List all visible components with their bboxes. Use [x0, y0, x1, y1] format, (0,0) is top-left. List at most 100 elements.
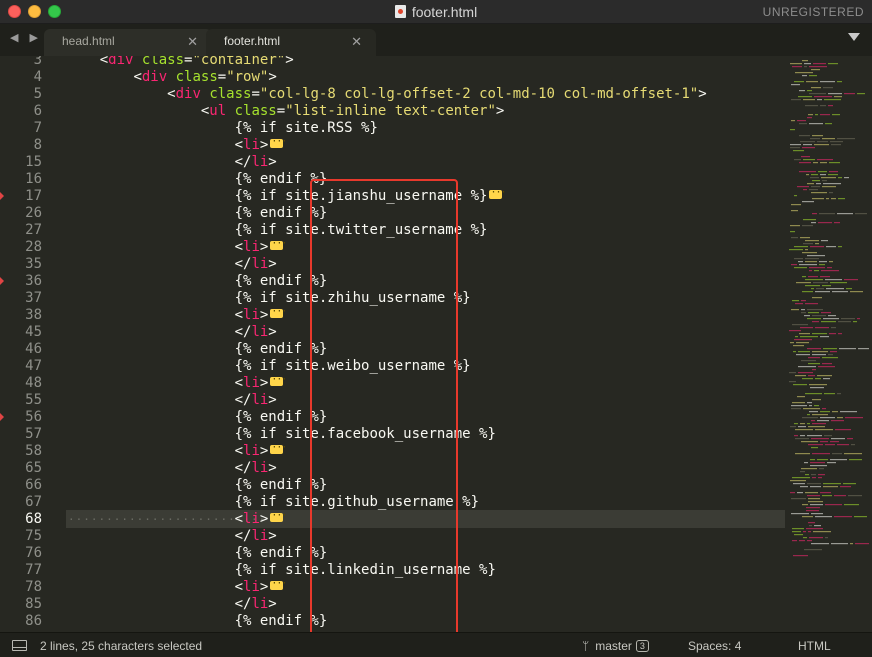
code-line[interactable]: <li> — [66, 303, 287, 324]
code-line[interactable]: {% endif %} — [66, 613, 328, 630]
line-number[interactable]: 6 — [0, 103, 42, 120]
line-number[interactable]: 57 — [0, 426, 42, 443]
minimap-code-segment — [815, 291, 830, 293]
minimap-code-segment — [792, 402, 805, 404]
minimap-code-segment — [819, 261, 827, 263]
editor-area[interactable]: ·························· <div class="c… — [0, 56, 872, 632]
line-number[interactable]: 37 — [0, 290, 42, 307]
ellipsis-fold-icon[interactable] — [270, 575, 286, 592]
line-number-gutter[interactable]: 3 4 5 6 7 8 15 16 17 26 27 28 35 36 37 38 45 46 47 48 55 56 57… — [0, 56, 52, 632]
minimap-code-segment — [815, 243, 819, 245]
code-line[interactable]: {% if site.RSS %} — [66, 120, 378, 137]
code-line[interactable]: </li> — [66, 460, 277, 477]
minimap-code-segment — [809, 405, 812, 407]
tab-nav-arrows[interactable]: ◀ ▶ — [10, 31, 42, 44]
line-number[interactable]: 76 — [0, 545, 42, 562]
line-number[interactable]: 58 — [0, 443, 42, 460]
line-number[interactable]: 66 — [0, 477, 42, 494]
minimap-code-segment — [794, 159, 801, 161]
line-number[interactable]: 56 — [0, 409, 42, 426]
code-line[interactable]: {% endif %} — [66, 341, 328, 358]
minimap-code-segment — [799, 171, 816, 173]
line-number[interactable]: 8 — [0, 137, 42, 154]
branch-changes-badge: 3 — [635, 640, 649, 652]
code-line[interactable]: <div class="col-lg-8 col-lg-offset-2 col… — [66, 86, 707, 103]
line-number[interactable]: 47 — [0, 358, 42, 375]
line-number[interactable]: 15 — [0, 154, 42, 171]
code-line[interactable]: </li> — [66, 596, 277, 613]
line-number[interactable]: 3 — [0, 56, 42, 69]
code-line[interactable]: <li> — [66, 371, 287, 392]
minimap-code-segment — [801, 300, 806, 302]
git-branch-status[interactable]: ᛘ master 3 — [582, 639, 649, 653]
ellipsis-fold-icon[interactable] — [270, 439, 286, 456]
line-number[interactable]: 67 — [0, 494, 42, 511]
tab-list-dropdown-icon[interactable] — [848, 33, 860, 41]
line-number[interactable]: 68 — [0, 511, 42, 528]
indentation-setting[interactable]: Spaces: 4 — [688, 639, 741, 653]
line-number[interactable]: 78 — [0, 579, 42, 596]
code-line[interactable]: <li> — [66, 235, 287, 256]
code-token: class — [175, 69, 218, 85]
code-line[interactable]: <div class="container"> — [66, 56, 294, 69]
line-number[interactable]: 27 — [0, 222, 42, 239]
line-number[interactable]: 48 — [0, 375, 42, 392]
minimap-code-segment — [795, 429, 813, 431]
code-line[interactable]: <li> — [66, 439, 287, 460]
code-line[interactable]: </li> — [66, 154, 277, 171]
line-number[interactable]: 26 — [0, 205, 42, 222]
close-icon[interactable]: ✕ — [187, 29, 198, 54]
ellipsis-fold-icon[interactable] — [270, 507, 286, 524]
line-number[interactable]: 38 — [0, 307, 42, 324]
line-number[interactable]: 5 — [0, 86, 42, 103]
tab-footer-html[interactable]: footer.html ✕ — [206, 29, 376, 56]
line-number[interactable]: 35 — [0, 256, 42, 273]
code-line[interactable]: {% endif %} — [66, 545, 328, 562]
line-number[interactable]: 77 — [0, 562, 42, 579]
code-line[interactable]: </li> — [66, 256, 277, 273]
line-number[interactable]: 4 — [0, 69, 42, 86]
line-number[interactable]: 75 — [0, 528, 42, 545]
minimap-code-segment — [809, 537, 823, 539]
code-line[interactable]: {% endif %} — [66, 205, 328, 222]
line-number[interactable]: 28 — [0, 239, 42, 256]
code-line[interactable]: {% endif %} — [66, 171, 328, 188]
line-number[interactable]: 7 — [0, 120, 42, 137]
minimap-code-segment — [818, 477, 822, 479]
code-line[interactable]: <div class="row"> — [66, 69, 276, 86]
code-line[interactable]: <li> — [66, 507, 287, 528]
minimap-code-segment — [799, 135, 810, 137]
code-line[interactable]: <ul class="list-inline text-center"> — [66, 103, 504, 120]
panel-toggle-icon[interactable] — [12, 640, 27, 651]
code-line[interactable]: </li> — [66, 392, 277, 409]
syntax-selector[interactable]: HTML — [798, 639, 831, 653]
line-number[interactable]: 65 — [0, 460, 42, 477]
code-line[interactable]: {% endif %} — [66, 409, 328, 426]
line-number[interactable]: 55 — [0, 392, 42, 409]
line-number[interactable]: 45 — [0, 324, 42, 341]
line-number[interactable]: 17 — [0, 188, 42, 205]
line-number[interactable]: 36 — [0, 273, 42, 290]
line-number[interactable]: 86 — [0, 613, 42, 630]
minimap-code-segment — [844, 93, 855, 95]
minimap-code-segment — [790, 225, 800, 227]
code-line[interactable]: <li> — [66, 575, 287, 596]
ellipsis-fold-icon[interactable] — [489, 184, 506, 201]
tab-head-html[interactable]: head.html ✕ — [44, 29, 212, 56]
code-line[interactable]: {% endif %} — [66, 273, 328, 290]
code-line[interactable]: </li> — [66, 528, 277, 545]
line-number[interactable]: 46 — [0, 341, 42, 358]
close-icon[interactable]: ✕ — [351, 29, 362, 54]
code-line[interactable]: </li> — [66, 324, 277, 341]
minimap-code-segment — [820, 114, 830, 116]
code-line[interactable]: {% endif %} — [66, 477, 328, 494]
ellipsis-fold-icon[interactable] — [270, 235, 286, 252]
line-number[interactable]: 16 — [0, 171, 42, 188]
line-number[interactable]: 85 — [0, 596, 42, 613]
ellipsis-fold-icon[interactable] — [270, 133, 286, 150]
code-line[interactable]: <li> — [66, 133, 287, 154]
ellipsis-fold-icon[interactable] — [270, 371, 286, 388]
minimap[interactable] — [785, 56, 872, 632]
ellipsis-fold-icon[interactable] — [270, 303, 286, 320]
